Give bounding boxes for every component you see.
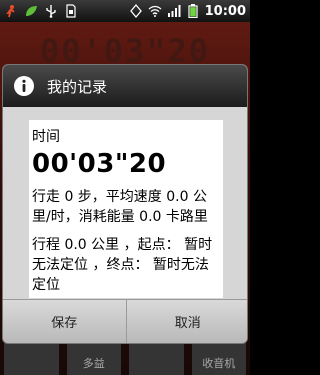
dialog-title: 我的记录 (47, 77, 108, 96)
signal-icon (167, 4, 181, 18)
leaf-icon (24, 4, 38, 18)
dialog-body: 时间 00'03"20 行走 0 步，平均速度 0.0 公里/时，消耗能量 0.… (29, 120, 223, 298)
sim-icon (64, 4, 78, 18)
dialog-header: 我的记录 (3, 65, 247, 107)
background-tile-3 (129, 339, 184, 375)
background-tile-radio: 收音机 (191, 339, 246, 375)
dialog-footer: 保存 取消 (3, 299, 248, 343)
elapsed-time-value: 00'03"20 (32, 149, 167, 179)
running-app-icon (4, 4, 18, 18)
wifi-icon (148, 4, 162, 18)
battery-icon (186, 4, 200, 18)
time-label: 时间 (32, 129, 60, 145)
record-dialog: 我的记录 时间 00'03"20 行走 0 步，平均速度 0.0 公里/时，消耗… (2, 64, 248, 344)
vibration-icon (129, 4, 143, 18)
cancel-button[interactable]: 取消 (125, 300, 248, 343)
background-tile-app: 多益 (66, 339, 121, 375)
usb-icon (44, 4, 58, 18)
save-button[interactable]: 保存 (3, 300, 126, 343)
status-bar: 10:00 (0, 0, 250, 22)
info-icon (13, 75, 35, 97)
step-summary: 行走 0 步，平均速度 0.0 公里/时，消耗能量 0.0 卡路里 (32, 189, 208, 225)
status-time: 10:00 (204, 3, 246, 19)
background-tile-compass (4, 339, 59, 375)
route-summary: 行程 0.0 公里 ，起点： 暂时无法定位 ，终点： 暂时无法定位 (32, 237, 213, 293)
